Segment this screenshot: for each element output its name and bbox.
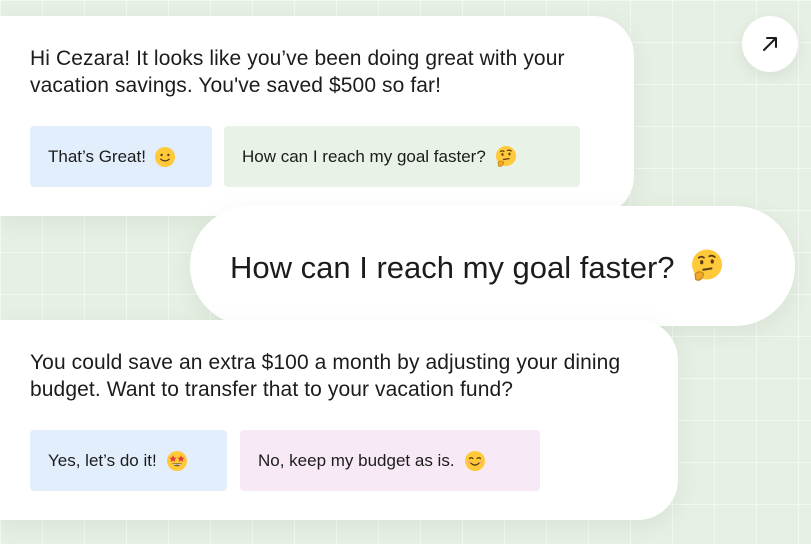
expand-button[interactable]	[742, 16, 798, 72]
thinking-face-icon	[494, 145, 518, 169]
reply-label: How can I reach my goal faster?	[242, 146, 486, 166]
bot-message-bubble: Hi Cezara! It looks like you’ve been doi…	[0, 16, 634, 216]
reply-reach-goal-faster-button[interactable]: How can I reach my goal faster?	[224, 126, 580, 187]
star-struck-face-icon	[165, 449, 189, 473]
reply-keep-budget-button[interactable]: No, keep my budget as is.	[240, 430, 540, 491]
thinking-face-icon	[689, 248, 725, 284]
reply-label: Yes, let’s do it!	[48, 450, 157, 470]
user-message-text-row: How can I reach my goal faster?	[230, 248, 725, 286]
bot-message-bubble: You could save an extra $100 a month by …	[0, 320, 678, 520]
reply-yes-lets-do-it-button[interactable]: Yes, let’s do it!	[30, 430, 227, 491]
user-message-text: How can I reach my goal faster?	[230, 250, 675, 285]
reply-label: That’s Great!	[48, 146, 146, 166]
smiling-face-icon	[463, 449, 487, 473]
reply-label: No, keep my budget as is.	[258, 450, 455, 470]
user-message-bubble: How can I reach my goal faster?	[190, 206, 795, 326]
slightly-smiling-face-icon	[154, 146, 176, 168]
arrow-up-right-icon	[760, 34, 780, 54]
bot-message-text: You could save an extra $100 a month by …	[30, 351, 621, 401]
reply-thats-great-button[interactable]: That’s Great!	[30, 126, 212, 187]
bot-message-text: Hi Cezara! It looks like you’ve been doi…	[30, 47, 565, 97]
